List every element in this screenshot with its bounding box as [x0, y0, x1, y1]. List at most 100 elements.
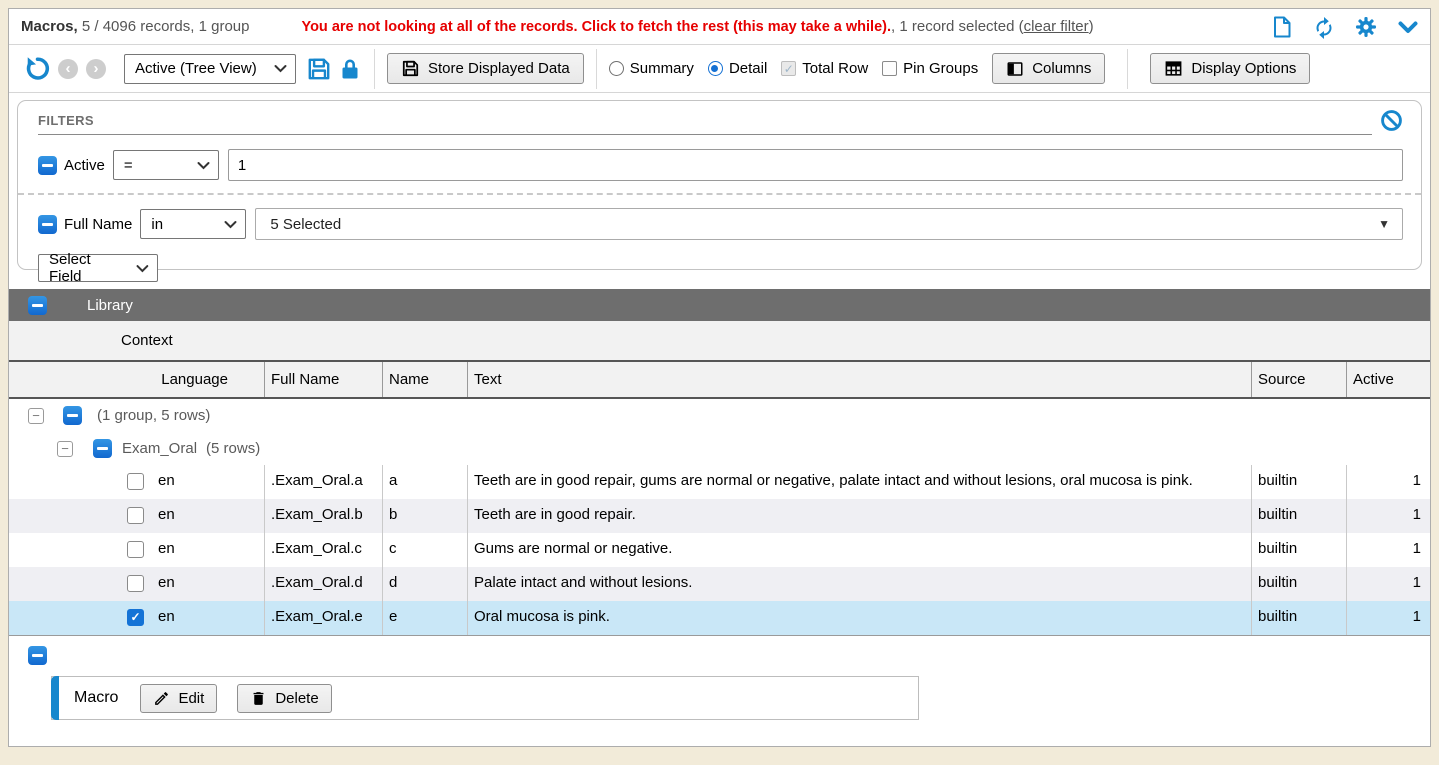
back-icon[interactable]: ‹: [58, 59, 78, 79]
cell-full-name: .Exam_Oral.d: [264, 567, 382, 601]
toolbar-separator: [374, 49, 375, 89]
detail-radio[interactable]: [708, 61, 723, 76]
cell-source: builtin: [1251, 533, 1346, 567]
new-page-icon[interactable]: [1270, 15, 1294, 39]
summary-radio[interactable]: [609, 61, 624, 76]
header-icon-group: [1270, 15, 1420, 39]
tree-group-row: − Exam_Oral (5 rows): [9, 432, 1430, 465]
cell-language: en: [9, 465, 264, 499]
columns-button[interactable]: Columns: [992, 53, 1105, 84]
selection-status: , 1 record selected (clear filter): [891, 18, 1094, 35]
filter-row-full-name: Full Name in 5 Selected ▼: [38, 208, 1403, 240]
page-title: Macros, 5 / 4096 records, 1 group: [21, 18, 249, 35]
filters-title: FILTERS: [38, 113, 94, 128]
cell-active: 1: [1346, 533, 1430, 567]
row-checkbox[interactable]: [127, 575, 144, 592]
row-checkbox[interactable]: [127, 507, 144, 524]
delete-button[interactable]: Delete: [237, 684, 331, 713]
accent-bar: [51, 676, 59, 720]
refresh-icon[interactable]: [1312, 15, 1336, 39]
toolbar-separator: [1127, 49, 1128, 89]
table-row[interactable]: en .Exam_Oral.b b Teeth are in good repa…: [9, 499, 1430, 533]
collapse-group-icon[interactable]: −: [57, 441, 73, 457]
context-label: Context: [121, 332, 173, 349]
root-group-label: (1 group, 5 rows): [97, 407, 210, 424]
cell-active: 1: [1346, 499, 1430, 533]
root-minus-icon[interactable]: [63, 406, 82, 425]
column-header-language[interactable]: Language: [9, 362, 264, 397]
store-button-label: Store Displayed Data: [428, 60, 570, 77]
total-row-checkbox: ✓: [781, 61, 796, 76]
filter-multiselect[interactable]: 5 Selected ▼: [255, 208, 1403, 240]
select-caret-icon: [224, 220, 237, 229]
store-displayed-data-button[interactable]: Store Displayed Data: [387, 53, 584, 84]
table-body: en .Exam_Oral.a a Teeth are in good repa…: [9, 465, 1430, 636]
cell-full-name: .Exam_Oral.a: [264, 465, 382, 499]
cell-language: ✓ en: [9, 601, 264, 635]
table-row[interactable]: en .Exam_Oral.d d Palate intact and with…: [9, 567, 1430, 601]
trash-icon: [250, 690, 267, 707]
collapse-root-icon[interactable]: −: [28, 408, 44, 424]
group-minus-icon[interactable]: [93, 439, 112, 458]
row-checkbox[interactable]: ✓: [127, 609, 144, 626]
lock-icon[interactable]: [338, 57, 362, 81]
cell-text: Palate intact and without lesions.: [467, 567, 1251, 601]
cell-source: builtin: [1251, 567, 1346, 601]
column-header-full-name[interactable]: Full Name: [264, 362, 382, 397]
filter-row-active: Active =: [38, 149, 1403, 181]
column-header-text[interactable]: Text: [467, 362, 1251, 397]
table-row[interactable]: en .Exam_Oral.a a Teeth are in good repa…: [9, 465, 1430, 499]
column-header-name[interactable]: Name: [382, 362, 467, 397]
cell-name: a: [382, 465, 467, 499]
cell-source: builtin: [1251, 465, 1346, 499]
context-row: Context: [9, 321, 1430, 362]
column-header-active[interactable]: Active: [1346, 362, 1430, 397]
cell-name: b: [382, 499, 467, 533]
cell-active: 1: [1346, 567, 1430, 601]
cell-name: d: [382, 567, 467, 601]
clear-filter-link[interactable]: clear filter: [1024, 18, 1089, 35]
table-row[interactable]: en .Exam_Oral.c c Gums are normal or neg…: [9, 533, 1430, 567]
chevron-down-icon[interactable]: [1396, 15, 1420, 39]
summary-radio-label[interactable]: Summary: [630, 60, 694, 77]
triangle-down-icon: ▼: [1378, 217, 1390, 231]
columns-icon: [1006, 60, 1024, 78]
filter-field-label: Full Name: [64, 216, 132, 233]
save-view-icon[interactable]: [306, 56, 332, 82]
pin-groups-label[interactable]: Pin Groups: [903, 60, 978, 77]
row-checkbox[interactable]: [127, 473, 144, 490]
row-checkbox[interactable]: [127, 541, 144, 558]
tree-root-row: − (1 group, 5 rows): [9, 399, 1430, 432]
edit-button[interactable]: Edit: [140, 684, 217, 713]
fetch-rest-warning[interactable]: You are not looking at all of the record…: [301, 19, 891, 35]
undo-icon[interactable]: [25, 56, 50, 81]
select-field-dropdown[interactable]: Select Field: [38, 254, 158, 282]
filter-field-label: Active: [64, 157, 105, 174]
pin-groups-checkbox[interactable]: [882, 61, 897, 76]
filter-operator-select[interactable]: in: [140, 209, 246, 239]
cell-full-name: .Exam_Oral.e: [264, 601, 382, 635]
view-select[interactable]: Active (Tree View): [124, 54, 296, 84]
macro-panel-label: Macro: [74, 689, 118, 707]
gear-icon[interactable]: [1354, 15, 1378, 39]
pencil-icon: [153, 690, 170, 707]
collapse-library-icon[interactable]: [28, 296, 47, 315]
detail-radio-label[interactable]: Detail: [729, 60, 767, 77]
filter-operator-select[interactable]: =: [113, 150, 219, 180]
footer-minus-icon[interactable]: [28, 646, 47, 665]
forward-icon[interactable]: ›: [86, 59, 106, 79]
remove-filter-icon[interactable]: [38, 156, 57, 175]
table-row[interactable]: ✓ en .Exam_Oral.e e Oral mucosa is pink.…: [9, 601, 1430, 635]
column-header-source[interactable]: Source: [1251, 362, 1346, 397]
filter-value-input[interactable]: [228, 149, 1403, 181]
cell-text: Gums are normal or negative.: [467, 533, 1251, 567]
record-count: 5 / 4096 records, 1 group: [82, 18, 250, 35]
cell-source: builtin: [1251, 499, 1346, 533]
remove-filter-icon[interactable]: [38, 215, 57, 234]
display-options-button[interactable]: Display Options: [1150, 53, 1310, 84]
language-value: en: [158, 574, 175, 591]
cell-language: en: [9, 533, 264, 567]
language-value: en: [158, 608, 175, 625]
select-caret-icon: [274, 64, 287, 73]
ban-icon[interactable]: [1380, 109, 1403, 132]
